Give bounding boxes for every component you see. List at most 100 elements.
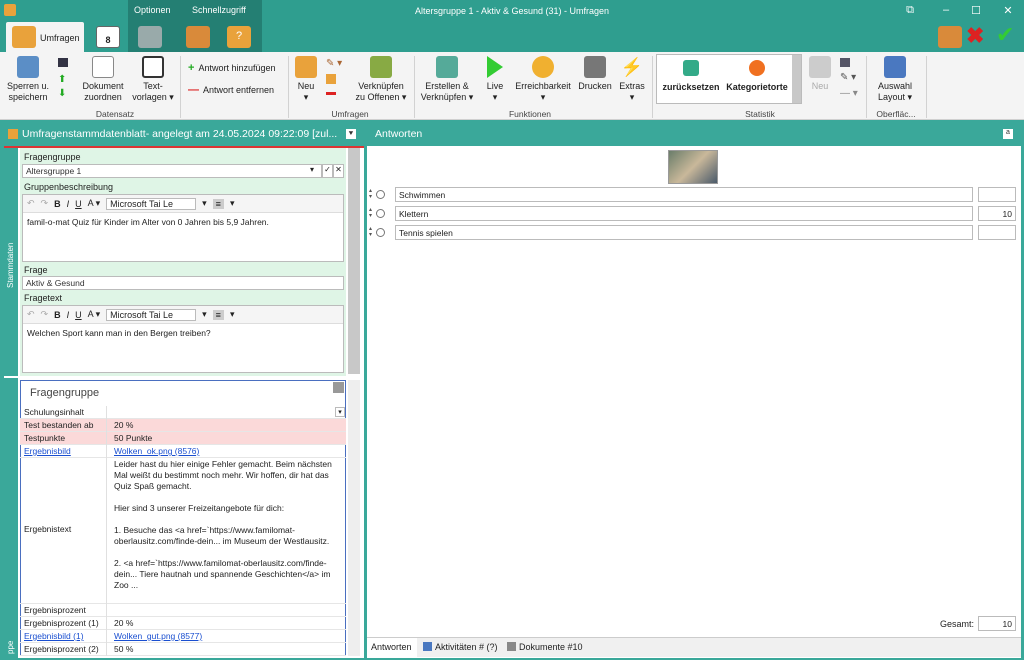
neu-statistik-button[interactable]: Neu: [806, 56, 834, 92]
fragetext-editor[interactable]: ↶ ↷ B I U A ▾ Microsoft Tai Le ▾ ≡ ▾ Wel…: [22, 305, 344, 373]
fragetext-text[interactable]: Welchen Sport kann man in den Bergen tre…: [23, 324, 343, 342]
answer-text-input[interactable]: Tennis spielen: [395, 225, 973, 240]
prop-row[interactable]: Test bestanden ab 20 %: [20, 419, 346, 432]
textvorlagen-button[interactable]: Text- vorlagen ▾: [130, 56, 176, 103]
gallery-scrollbar[interactable]: [792, 55, 801, 103]
pin-icon[interactable]: ⯆: [346, 129, 356, 139]
tab-gruppe[interactable]: ppe: [6, 641, 15, 654]
italic-icon[interactable]: I: [67, 310, 70, 320]
align-icon[interactable]: ≡: [212, 309, 224, 320]
pane-menu-icon[interactable]: a: [1003, 129, 1013, 139]
cancel-icon[interactable]: ✖: [966, 23, 984, 49]
prop-key-link[interactable]: Ergebnisbild: [24, 446, 71, 456]
chevron-down-icon[interactable]: ▾: [310, 165, 314, 174]
gruppenbeschreibung-editor[interactable]: ↶ ↷ B I U A ▾ Microsoft Tai Le ▾ ≡ ▾ fam…: [22, 194, 344, 262]
drag-handle-icon[interactable]: ▴ ▾: [369, 207, 372, 219]
answer-radio[interactable]: [376, 209, 385, 218]
tab-dokumente[interactable]: Dokumente #10: [519, 642, 583, 652]
confirm-icon[interactable]: ✔: [996, 22, 1014, 48]
redo-icon[interactable]: ↷: [41, 309, 49, 320]
answer-radio[interactable]: [376, 228, 385, 237]
verknuepfen-button[interactable]: Verknüpfen zu Offenen ▾: [352, 56, 410, 103]
pin-icon[interactable]: ⧉: [902, 4, 918, 17]
antwort-entfernen-button[interactable]: — Antwort entfernen: [188, 84, 274, 96]
prop-value[interactable]: 20 %: [114, 420, 133, 430]
tab-optionen[interactable]: Optionen: [134, 5, 171, 15]
left-scrollbar[interactable]: [348, 148, 360, 374]
prop-row[interactable]: Ergebnisbild Wolken_ok.png (8576): [20, 445, 346, 458]
frage-input[interactable]: Aktiv & Gesund: [22, 276, 344, 290]
answer-points-input[interactable]: 10: [978, 206, 1016, 221]
arrow-up-icon[interactable]: ⬆: [58, 74, 66, 85]
minimize-button[interactable]: –: [938, 4, 954, 16]
prop-value-text[interactable]: Leider hast du hier einige Fehler gemach…: [114, 459, 344, 601]
help-icon[interactable]: ?: [227, 26, 251, 48]
live-button[interactable]: Live ▾: [482, 56, 508, 103]
drag-handle-icon[interactable]: ▴ ▾: [369, 226, 372, 238]
extras-button[interactable]: ⚡ Extras ▾: [616, 56, 648, 103]
prop-row[interactable]: Ergebnisbild (1) Wolken_gut.png (8577): [20, 630, 346, 643]
close-button[interactable]: ✕: [1000, 4, 1016, 17]
answer-text-input[interactable]: Klettern: [395, 206, 973, 221]
neu-button[interactable]: Neu ▾: [292, 56, 320, 103]
undo-icon[interactable]: ↶: [27, 198, 35, 209]
chevron-down-icon[interactable]: ▾: [335, 407, 345, 417]
answer-text-input[interactable]: Schwimmen: [395, 187, 973, 202]
gear-icon[interactable]: [138, 26, 162, 48]
align-icon[interactable]: ≡: [212, 198, 224, 209]
prop-key-link[interactable]: Ergebnisbild (1): [24, 631, 84, 641]
bold-icon[interactable]: B: [54, 199, 61, 209]
erstellen-verknuepfen-button[interactable]: Erstellen & Verknüpfen ▾: [418, 56, 476, 103]
zuruecksetzen-button[interactable]: zurücksetzen: [660, 60, 722, 93]
drag-handle-icon[interactable]: ▴ ▾: [369, 188, 372, 200]
gruppenbeschreibung-text[interactable]: famil-o-mat Quiz für Kinder im Alter von…: [23, 213, 343, 231]
font-color-icon[interactable]: A ▾: [88, 309, 101, 320]
italic-icon[interactable]: I: [67, 199, 70, 209]
tools-icon[interactable]: [186, 26, 210, 48]
prop-value[interactable]: 20 %: [114, 618, 133, 628]
tab-schnellzugriff[interactable]: Schnellzugriff: [192, 5, 246, 15]
chevron-down-icon[interactable]: ▾: [230, 198, 235, 209]
antwort-hinzufuegen-button[interactable]: + Antwort hinzufügen: [188, 62, 276, 74]
answer-points-input[interactable]: [978, 187, 1016, 202]
tab-aktivitaeten[interactable]: Aktivitäten # (?): [435, 642, 498, 652]
erreichbarkeit-button[interactable]: Erreichbarkeit ▾: [512, 56, 574, 103]
bold-icon[interactable]: B: [54, 310, 61, 320]
prop-row[interactable]: Ergebnistext Leider hast du hier einige …: [20, 458, 346, 604]
grid-scrollbar[interactable]: [348, 380, 360, 656]
remove-stat-icon[interactable]: — ▾: [840, 88, 858, 99]
arrow-down-icon[interactable]: ⬇: [58, 88, 66, 99]
fragengruppe-select[interactable]: Altersgruppe 1: [22, 164, 322, 178]
font-select[interactable]: Microsoft Tai Le: [106, 197, 197, 210]
prop-value-link[interactable]: Wolken_ok.png (8576): [114, 446, 199, 456]
answer-points-input[interactable]: [978, 225, 1016, 240]
edit-stat-icon[interactable]: ✎ ▾: [840, 72, 856, 83]
font-select[interactable]: Microsoft Tai Le: [106, 308, 197, 321]
prop-row[interactable]: Ergebnisprozent (2) 50 %: [20, 643, 346, 656]
kategorietorte-button[interactable]: Kategorietorte: [724, 60, 790, 93]
prop-row[interactable]: Ergebnisprozent: [20, 604, 346, 617]
chevron-down-icon[interactable]: ▾: [202, 309, 207, 320]
delete-icon[interactable]: [326, 92, 336, 95]
copy-icon[interactable]: [326, 74, 336, 84]
redo-icon[interactable]: ↷: [41, 198, 49, 209]
save-stat-icon[interactable]: [840, 58, 850, 67]
drucken-button[interactable]: Drucken: [576, 56, 614, 92]
check-icon[interactable]: ✓: [322, 164, 333, 178]
auswahl-layout-button[interactable]: Auswahl Layout ▾: [870, 56, 920, 103]
sperren-speichern-button[interactable]: Sperren u. speichern: [6, 56, 50, 103]
lock-icon[interactable]: [333, 382, 344, 393]
chevron-down-icon[interactable]: ▾: [202, 198, 207, 209]
save-icon[interactable]: [58, 58, 68, 67]
underline-icon[interactable]: U: [75, 199, 82, 209]
pencil-icon[interactable]: ✎ ▾: [326, 58, 342, 69]
underline-icon[interactable]: U: [75, 310, 82, 320]
tab-antworten[interactable]: Antworten: [367, 638, 417, 657]
font-color-icon[interactable]: A ▾: [88, 198, 101, 209]
prop-row[interactable]: Testpunkte 50 Punkte: [20, 432, 346, 445]
clear-icon[interactable]: ✕: [333, 164, 344, 178]
prop-value-link[interactable]: Wolken_gut.png (8577): [114, 631, 202, 641]
tab-stammdaten[interactable]: Stammdaten: [6, 243, 15, 288]
settings-tools-icon[interactable]: [938, 26, 962, 48]
maximize-button[interactable]: ☐: [968, 4, 984, 17]
